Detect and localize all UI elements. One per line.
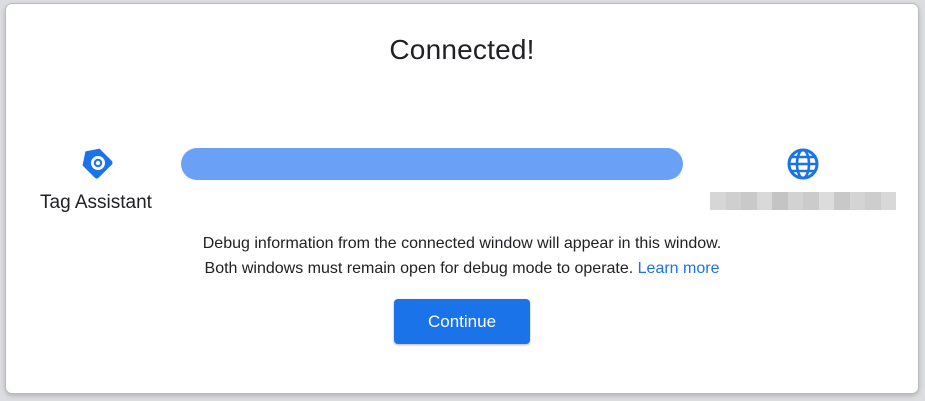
connection-progress-bar	[181, 148, 683, 180]
tag-assistant-icon	[82, 148, 113, 179]
connected-dialog: Connected! Tag Assistant Debug informati…	[6, 4, 918, 393]
tag-assistant-label: Tag Assistant	[40, 192, 152, 213]
message-line-2: Both windows must remain open for debug …	[6, 256, 918, 281]
continue-button[interactable]: Continue	[394, 299, 530, 344]
message-line-2-text: Both windows must remain open for debug …	[204, 260, 638, 277]
tag-assistant-endpoint: Tag Assistant	[26, 142, 166, 214]
debug-info-message: Debug information from the connected win…	[6, 231, 918, 281]
learn-more-link[interactable]: Learn more	[638, 260, 720, 277]
dialog-title: Connected!	[389, 34, 535, 65]
redacted-site-url	[710, 192, 896, 210]
connected-site-endpoint	[710, 146, 896, 210]
message-line-1: Debug information from the connected win…	[202, 235, 722, 252]
globe-icon	[787, 148, 819, 180]
